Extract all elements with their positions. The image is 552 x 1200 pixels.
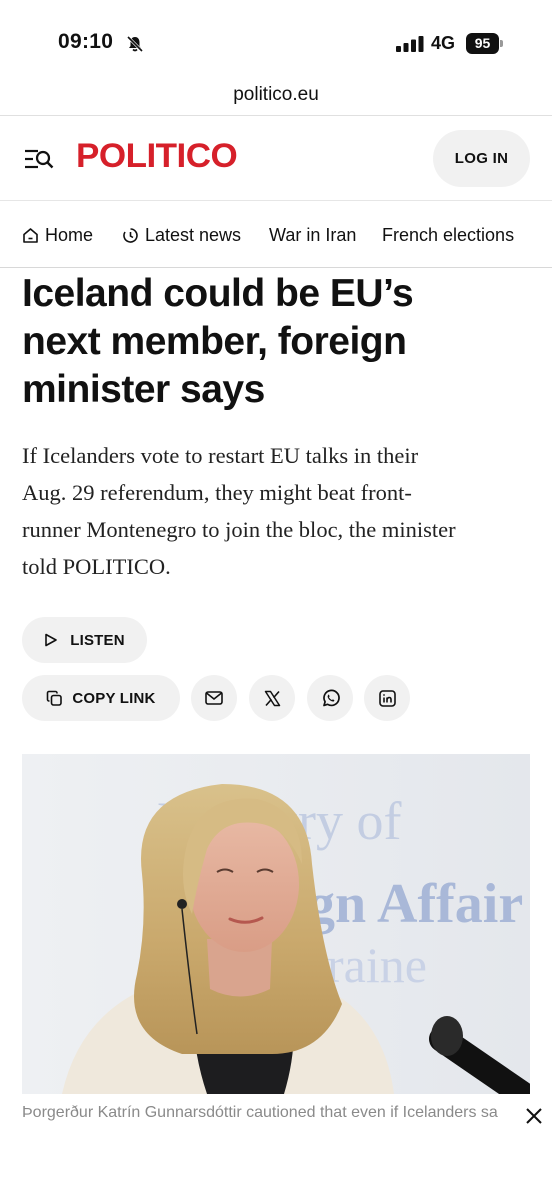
copy-icon bbox=[47, 690, 63, 706]
article-photo[interactable]: Ministry of gn Affair raine bbox=[22, 754, 530, 1094]
bell-muted-icon bbox=[126, 35, 144, 53]
battery-tip bbox=[500, 40, 503, 47]
nav-item-war-in-iran[interactable]: War in Iran bbox=[269, 225, 356, 246]
signal-icon bbox=[396, 36, 424, 52]
copy-link-button[interactable]: COPY LINK bbox=[22, 675, 180, 721]
status-bar: 09:10 4G 95 bbox=[0, 0, 552, 76]
share-x-button[interactable] bbox=[249, 675, 295, 721]
menu-search-icon[interactable] bbox=[24, 147, 54, 171]
share-email-button[interactable] bbox=[191, 675, 237, 721]
nav-item-label: Latest news bbox=[145, 225, 242, 245]
backdrop-text-line: gn Affair bbox=[307, 873, 523, 935]
listen-button[interactable]: LISTEN bbox=[22, 617, 147, 663]
photo-illustration: Ministry of gn Affair raine bbox=[22, 754, 530, 1094]
headline-line: Iceland could be EU’s bbox=[22, 272, 414, 315]
login-button[interactable]: LOG IN bbox=[433, 130, 530, 187]
url-text[interactable]: politico.eu bbox=[233, 84, 319, 106]
battery-level: 95 bbox=[466, 33, 499, 54]
x-icon bbox=[264, 690, 280, 706]
site-header: POLITICO LOG IN bbox=[0, 117, 552, 201]
nav-item-label: French elections bbox=[382, 225, 515, 245]
nav-item-label: Home bbox=[45, 225, 94, 245]
status-time: 09:10 bbox=[58, 30, 114, 53]
nav-item-french-elections[interactable]: French elections bbox=[382, 225, 514, 246]
nav-item-label: War in Iran bbox=[269, 225, 357, 245]
share-whatsapp-button[interactable] bbox=[307, 675, 353, 721]
home-icon bbox=[23, 228, 38, 243]
play-icon bbox=[45, 633, 58, 647]
email-icon bbox=[205, 691, 223, 705]
dek-line: told POLITICO. bbox=[22, 554, 171, 579]
listen-label: LISTEN bbox=[70, 631, 125, 649]
share-linkedin-button[interactable] bbox=[364, 675, 410, 721]
photo-caption: Þorgerður Katrín Gunnarsdóttir cautioned… bbox=[22, 1104, 498, 1121]
network-type: 4G bbox=[431, 33, 456, 53]
article-headline: Iceland could be EU’s next member, forei… bbox=[22, 270, 532, 414]
section-nav: Home Latest news War in Iran French elec… bbox=[0, 202, 552, 268]
whatsapp-icon bbox=[322, 689, 340, 706]
nav-item-latest-news[interactable]: Latest news bbox=[122, 225, 241, 246]
address-bar[interactable]: politico.eu bbox=[0, 76, 552, 116]
photo-caption-bar: Þorgerður Katrín Gunnarsdóttir cautioned… bbox=[0, 1094, 552, 1138]
linkedin-icon bbox=[378, 689, 396, 707]
nav-item-home[interactable]: Home bbox=[22, 225, 93, 246]
headline-line: next member, foreign bbox=[22, 320, 407, 363]
clock-icon bbox=[123, 228, 138, 243]
bottom-safe-area bbox=[0, 1138, 552, 1200]
politico-logo[interactable]: POLITICO bbox=[76, 137, 238, 176]
article-dek: If Icelanders vote to restart EU talks i… bbox=[22, 437, 532, 585]
backdrop-text-line: raine bbox=[327, 937, 427, 993]
copy-link-label: COPY LINK bbox=[72, 689, 156, 707]
dek-line: runner Montenegro to join the bloc, the … bbox=[22, 517, 456, 542]
dek-line: If Icelanders vote to restart EU talks i… bbox=[22, 443, 419, 468]
dek-line: Aug. 29 referendum, they might beat fron… bbox=[22, 480, 412, 505]
close-icon[interactable] bbox=[521, 1103, 547, 1129]
headline-line: minister says bbox=[22, 368, 265, 411]
